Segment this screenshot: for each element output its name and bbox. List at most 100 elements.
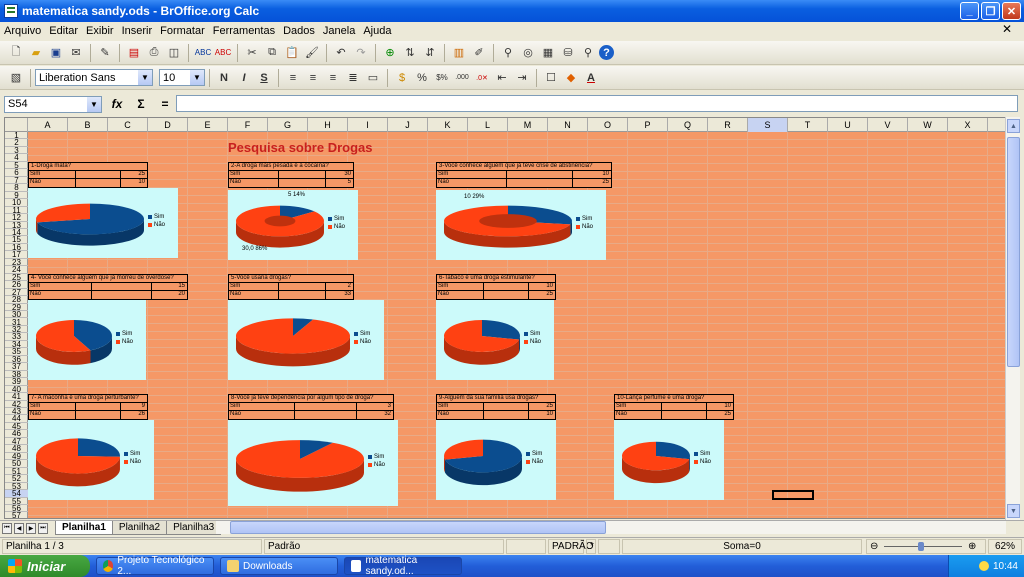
tray-network-icon[interactable] (978, 561, 989, 571)
function-wizard-icon[interactable]: fx (108, 97, 126, 111)
empty-cell[interactable] (279, 283, 326, 290)
empty-cell[interactable] (295, 403, 357, 410)
close-button[interactable]: ✕ (1002, 2, 1021, 20)
empty-cell[interactable] (295, 411, 357, 419)
empty-cell[interactable] (76, 171, 122, 178)
empty-cell[interactable] (279, 179, 326, 187)
question-table[interactable]: 1-Droga mata? Sim 25 Não 10 (28, 162, 148, 188)
zoom-icon[interactable]: ⚲ (579, 44, 597, 62)
pie-slice-sim[interactable] (78, 438, 121, 457)
column-header-x[interactable]: X (948, 118, 988, 132)
vertical-scroll-thumb[interactable] (1007, 137, 1020, 367)
empty-cell[interactable] (92, 291, 153, 299)
start-button[interactable]: Iniciar (0, 555, 90, 577)
sheet-tab-planilha1[interactable]: Planilha1 (55, 521, 113, 535)
chevron-down-icon[interactable]: ▼ (138, 70, 152, 85)
next-sheet-icon[interactable]: ▶ (26, 522, 36, 534)
email-icon[interactable]: ✉ (67, 44, 85, 62)
question-text[interactable]: 9-Alguém da sua família usa drogas? (437, 395, 555, 403)
column-header-e[interactable]: E (188, 118, 228, 132)
column-header-a[interactable]: A (28, 118, 68, 132)
format-paintbrush-icon[interactable]: 🖌 (303, 44, 321, 62)
menu-ajuda[interactable]: Ajuda (359, 25, 395, 37)
row-header-57[interactable]: 57 (5, 512, 28, 518)
column-header-v[interactable]: V (868, 118, 908, 132)
answer-row-nao[interactable]: Não 32 (229, 411, 393, 419)
question-table[interactable]: 2-A droga mais pesada é a cocaína? Sim 30 N… (228, 162, 354, 188)
horizontal-scrollbar[interactable] (216, 521, 1006, 534)
column-header-l[interactable]: L (468, 118, 508, 132)
data-sources-icon[interactable]: ⛁ (559, 44, 577, 62)
redo-icon[interactable]: ↷ (352, 44, 370, 62)
bold-icon[interactable]: N (215, 69, 233, 87)
borders-icon[interactable]: ☐ (542, 69, 560, 87)
pie-chart[interactable]: Sim Não (28, 300, 146, 380)
column-header-i[interactable]: I (348, 118, 388, 132)
justify-icon[interactable]: ≣ (344, 69, 362, 87)
empty-cell[interactable] (484, 411, 530, 419)
column-header-d[interactable]: D (148, 118, 188, 132)
spellcheck-icon[interactable]: ABC (194, 44, 212, 62)
menu-janela[interactable]: Janela (319, 25, 359, 37)
taskbar-item-downloads[interactable]: Downloads (220, 557, 338, 575)
sheet-tab-planilha3[interactable]: Planilha3 (166, 521, 222, 535)
pie-slice-nao[interactable] (235, 318, 350, 354)
empty-cell[interactable] (76, 179, 122, 187)
pie-chart[interactable]: Sim Não 5 14% 30,0 86% (228, 190, 358, 260)
pie-chart[interactable]: Sim Não (28, 188, 178, 258)
edit-file-icon[interactable]: ✎ (96, 44, 114, 62)
empty-cell[interactable] (507, 171, 573, 178)
align-right-icon[interactable]: ≡ (324, 69, 342, 87)
print-icon[interactable]: ⎙ (145, 44, 163, 62)
answer-row-nao[interactable]: Não 5 (229, 179, 353, 187)
column-header-c[interactable]: C (108, 118, 148, 132)
question-text[interactable]: 4- Você conhece alguém que já morreu de … (29, 275, 187, 283)
scroll-up-icon[interactable]: ▲ (1007, 119, 1020, 133)
menu-arquivo[interactable]: Arquivo (0, 25, 45, 37)
pie-chart[interactable]: Sim Não (28, 420, 154, 500)
vertical-scrollbar[interactable]: ▲ ▼ (1005, 117, 1020, 520)
font-name-select[interactable]: Liberation Sans ▼ (35, 69, 153, 86)
pie-slice-nao[interactable] (236, 440, 364, 478)
menu-exibir[interactable]: Exibir (82, 25, 118, 37)
question-table[interactable]: 9-Alguém da sua família usa drogas? Sim 25… (436, 394, 556, 420)
font-size-select[interactable]: 10 ▼ (159, 69, 205, 86)
empty-cell[interactable] (76, 403, 122, 410)
cell-area[interactable]: Pesquisa sobre Drogas 1-Droga mata? Sim 25… (28, 132, 1007, 518)
column-header-j[interactable]: J (388, 118, 428, 132)
font-color-icon[interactable]: A (582, 69, 600, 87)
column-header-k[interactable]: K (428, 118, 468, 132)
column-header-s[interactable]: S (748, 118, 788, 132)
question-table[interactable]: 3-Você conhece alguém que já teve crise … (436, 162, 612, 188)
export-pdf-icon[interactable]: ▤ (125, 44, 143, 62)
answer-row-sim[interactable]: Sim 2 (229, 283, 353, 291)
pie-chart[interactable]: Sim Não (436, 300, 554, 380)
find-replace-icon[interactable]: ⚲ (499, 44, 517, 62)
zoom-thumb[interactable] (918, 541, 925, 551)
pie-chart[interactable]: Sim Não 10 29% (436, 190, 606, 260)
hyperlink-icon[interactable]: ⊕ (381, 44, 399, 62)
empty-cell[interactable] (662, 411, 708, 419)
new-document-icon[interactable]: 🗋 (7, 44, 25, 62)
question-text[interactable]: 1-Droga mata? (29, 163, 147, 171)
answer-row-nao[interactable]: Não 33 (229, 291, 353, 299)
styles-formatting-icon[interactable]: ▧ (7, 69, 25, 87)
empty-cell[interactable] (279, 171, 326, 178)
menu-formatar[interactable]: Formatar (156, 25, 209, 37)
decrease-indent-icon[interactable]: ⇤ (493, 69, 511, 87)
last-sheet-icon[interactable]: ⏭ (38, 522, 48, 534)
first-sheet-icon[interactable]: ⏮ (2, 522, 12, 534)
percent-format-icon[interactable]: % (413, 69, 431, 87)
autospell-icon[interactable]: ABC (214, 44, 232, 62)
align-left-icon[interactable]: ≡ (284, 69, 302, 87)
currency-format-icon[interactable]: $ (393, 69, 411, 87)
name-box[interactable]: S54 ▼ (4, 95, 102, 113)
zoom-out-icon[interactable]: ⊖ (870, 541, 878, 552)
column-header-f[interactable]: F (228, 118, 268, 132)
column-header-h[interactable]: H (308, 118, 348, 132)
taskbar-item-chrome[interactable]: Projeto Tecnológico 2... (96, 555, 214, 577)
taskbar-item-calc[interactable]: matematica sandy.od... (344, 555, 462, 577)
question-text[interactable]: 7- A maconha é uma droga perturbante? (29, 395, 147, 403)
answer-row-nao[interactable]: Não 10 (437, 411, 555, 419)
question-table[interactable]: 5-Você usaria drogas? Sim 2 Não 33 (228, 274, 354, 300)
